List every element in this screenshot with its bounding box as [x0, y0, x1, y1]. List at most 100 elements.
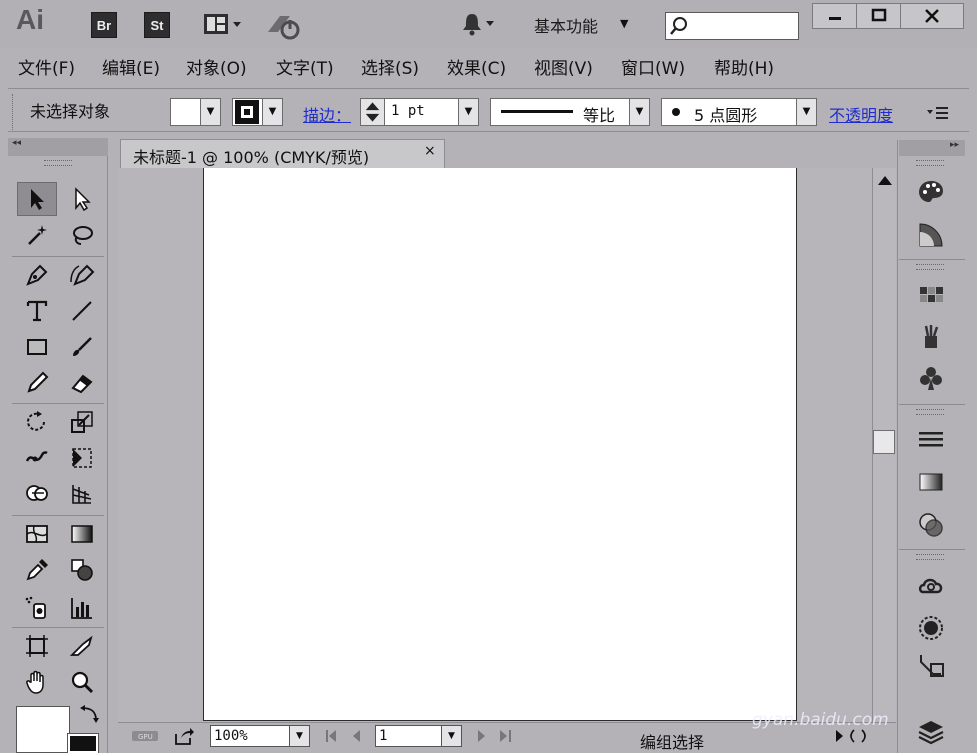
appearance-panel-button[interactable]: [911, 610, 951, 646]
eraser-tool[interactable]: [62, 366, 102, 400]
stroke-weight-value[interactable]: 1 pt: [391, 103, 425, 119]
zoom-tool[interactable]: [62, 665, 102, 699]
stroke-weight-field[interactable]: 1 pt ▼: [360, 98, 479, 126]
symbols-panel-button[interactable]: [911, 360, 951, 396]
minimize-icon: [829, 17, 841, 20]
zoom-level-field[interactable]: 100% ▼: [210, 725, 310, 747]
selection-tool[interactable]: [17, 182, 57, 216]
brush-definition-dropdown[interactable]: 5 点圆形 ▼: [661, 98, 817, 126]
brushes-panel-button[interactable]: [911, 318, 951, 354]
artboard-number-field[interactable]: 1 ▼: [375, 725, 462, 747]
control-bar-menu-button[interactable]: [925, 102, 951, 124]
menu-effect[interactable]: 效果(C): [447, 54, 506, 79]
scrollbar-thumb[interactable]: [873, 430, 895, 454]
pencil-tool[interactable]: [17, 366, 57, 400]
free-transform-tool[interactable]: [62, 441, 102, 475]
line-segment-tool[interactable]: [62, 294, 102, 328]
gpu-performance-button[interactable]: [266, 10, 302, 40]
menu-select[interactable]: 选择(S): [361, 54, 419, 79]
shape-builder-tool[interactable]: [17, 477, 57, 511]
gradient-tool[interactable]: [62, 517, 102, 551]
hand-tool[interactable]: [17, 665, 57, 699]
stroke-color-dropdown[interactable]: ▼: [232, 98, 283, 126]
opacity-panel-link[interactable]: 不透明度: [829, 102, 893, 126]
menu-type[interactable]: 文字(T): [276, 54, 334, 79]
stroke-color-swatch[interactable]: [67, 733, 99, 753]
layers-panel-button[interactable]: [911, 713, 951, 749]
color-guide-panel-button[interactable]: [911, 217, 951, 253]
stepper-icon[interactable]: [361, 99, 385, 125]
width-tool[interactable]: [17, 441, 57, 475]
stroke-panel-link[interactable]: 描边：: [303, 102, 351, 126]
zoom-level-value[interactable]: 100%: [214, 728, 248, 744]
column-graph-tool[interactable]: [62, 591, 102, 625]
share-button[interactable]: [173, 726, 195, 746]
perspective-grid-tool[interactable]: [62, 477, 102, 511]
symbol-sprayer-tool[interactable]: [17, 591, 57, 625]
workspace-switcher[interactable]: 基本功能: [534, 13, 598, 37]
transform-icon: [920, 655, 944, 677]
tools-panel-grip[interactable]: [44, 160, 72, 166]
menu-file[interactable]: 文件(F): [18, 54, 75, 79]
artboard-number-value[interactable]: 1: [379, 728, 387, 744]
transparency-panel-button[interactable]: [911, 507, 951, 543]
libraries-panel-button[interactable]: [911, 568, 951, 604]
blend-tool[interactable]: [62, 553, 102, 587]
chevron-down-icon[interactable]: ▼: [289, 726, 309, 746]
tab-close-icon[interactable]: ×: [424, 143, 436, 159]
chevron-down-icon[interactable]: ▼: [620, 17, 628, 30]
menu-window[interactable]: 窗口(W): [621, 54, 685, 79]
dock-grip[interactable]: [916, 409, 944, 415]
gradient-panel-button[interactable]: [911, 464, 951, 500]
rectangle-tool[interactable]: [17, 330, 57, 364]
arrange-documents-button[interactable]: [203, 12, 245, 42]
close-button[interactable]: [900, 3, 964, 29]
magic-wand-tool[interactable]: [17, 218, 57, 252]
swap-fill-stroke-button[interactable]: [78, 704, 100, 726]
stock-button[interactable]: St: [144, 12, 170, 38]
minimize-button[interactable]: [812, 3, 858, 29]
search-input[interactable]: [665, 12, 799, 40]
artboard-nav-first-prev[interactable]: [324, 728, 368, 744]
fill-color-dropdown[interactable]: ▼: [170, 98, 221, 126]
rotate-tool[interactable]: [17, 405, 57, 439]
menu-help[interactable]: 帮助(H): [714, 54, 774, 79]
curvature-pen-icon: [70, 264, 95, 286]
dock-grip[interactable]: [916, 264, 944, 270]
dock-grip[interactable]: [916, 160, 944, 166]
type-tool[interactable]: [17, 294, 57, 328]
paintbrush-tool[interactable]: [62, 330, 102, 364]
transform-panel-button[interactable]: [911, 648, 951, 684]
menu-view[interactable]: 视图(V): [534, 54, 593, 79]
mesh-tool[interactable]: [17, 517, 57, 551]
gpu-performance-icon: [268, 16, 300, 40]
swatches-panel-button[interactable]: [911, 277, 951, 313]
slice-tool[interactable]: [62, 629, 102, 663]
color-panel-button[interactable]: [911, 174, 951, 210]
artboard-nav-next-last[interactable]: [472, 728, 516, 744]
lasso-tool[interactable]: [62, 218, 102, 252]
dock-collapse-header[interactable]: ▸▸: [899, 140, 965, 156]
notifications-button[interactable]: [462, 12, 498, 42]
scale-tool[interactable]: [62, 405, 102, 439]
tools-panel-header[interactable]: ◂◂: [8, 138, 108, 156]
pen-tool[interactable]: [17, 258, 57, 292]
maximize-button[interactable]: [856, 3, 902, 29]
artboard[interactable]: [203, 168, 797, 721]
bridge-button[interactable]: Br: [91, 12, 117, 38]
curvature-tool[interactable]: [62, 258, 102, 292]
stroke-panel-button[interactable]: [911, 421, 951, 457]
menu-edit[interactable]: 编辑(E): [102, 54, 160, 79]
menu-object[interactable]: 对象(O): [186, 54, 247, 79]
tab-document[interactable]: 未标题-1 @ 100% (CMYK/预览): [120, 139, 445, 168]
artboard-tool[interactable]: [17, 629, 57, 663]
dock-grip[interactable]: [916, 554, 944, 560]
variable-width-profile[interactable]: 等比 ▼: [490, 98, 650, 126]
chevron-down-icon[interactable]: ▼: [441, 726, 461, 746]
control-bar-grip[interactable]: [12, 94, 16, 130]
scroll-up-icon[interactable]: [874, 170, 896, 192]
eyedropper-tool[interactable]: [17, 553, 57, 587]
direct-selection-tool[interactable]: [62, 182, 102, 216]
gpu-status-icon[interactable]: GPU: [130, 727, 160, 745]
fill-color-swatch[interactable]: [16, 706, 70, 753]
